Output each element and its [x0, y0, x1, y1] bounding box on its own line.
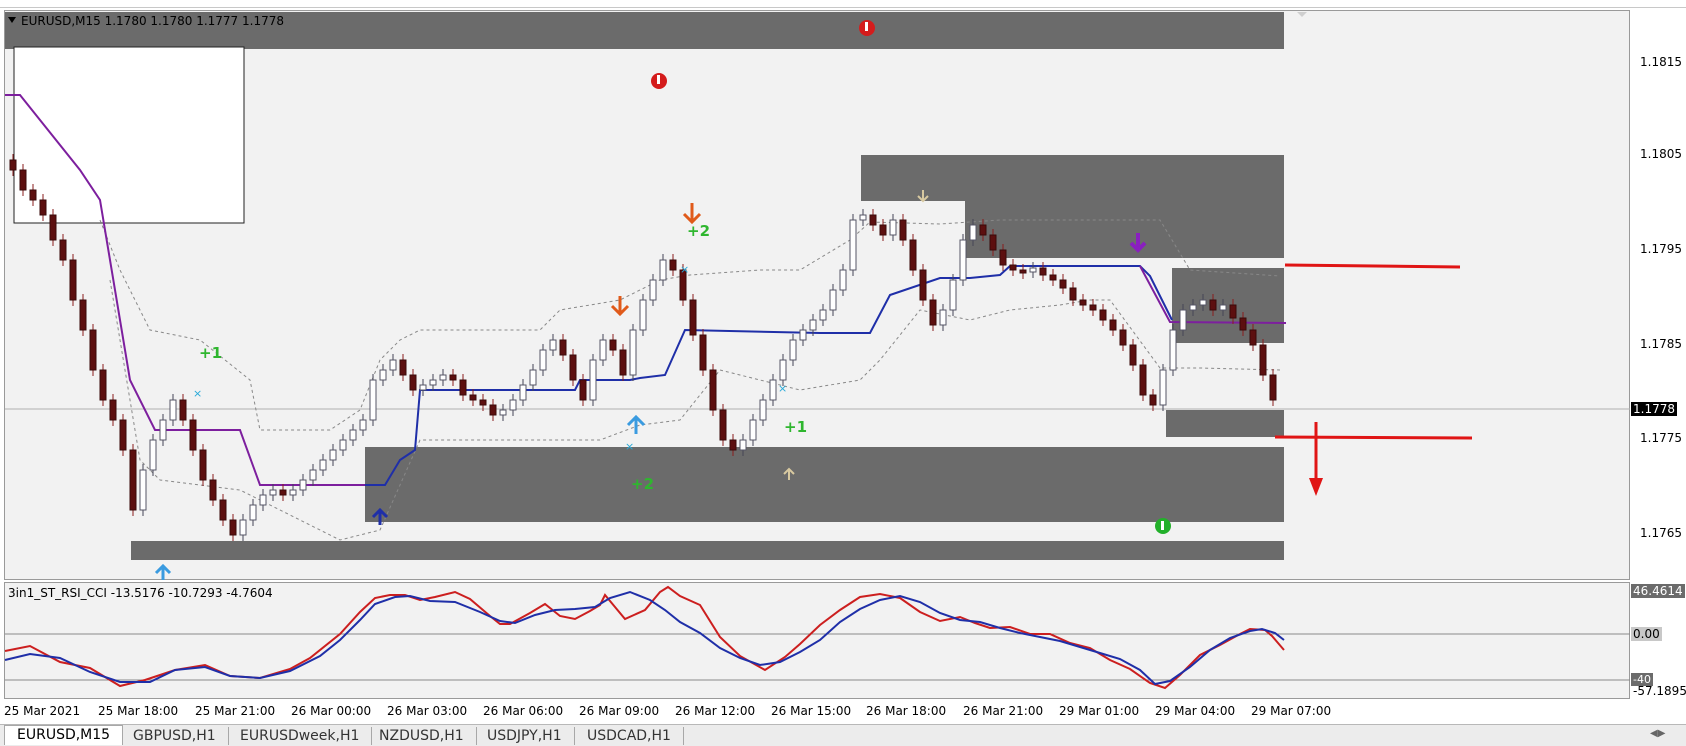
price-tick: 1.1785 — [1640, 337, 1682, 351]
time-tick: 26 Mar 15:00 — [771, 704, 852, 718]
time-tick: 26 Mar 12:00 — [675, 704, 756, 718]
tab-usdjpy-h1[interactable]: USDJPY,H1 — [475, 727, 575, 745]
price-tick: 1.1775 — [1640, 431, 1682, 445]
cci-line-blue — [4, 590, 1285, 686]
tab-gbpusd-h1[interactable]: GBPUSD,H1 — [121, 727, 229, 745]
price-tick: 1.1765 — [1640, 526, 1682, 540]
tab-eurusd-m15[interactable]: EURUSD,M15 — [4, 725, 124, 745]
time-tick: 26 Mar 00:00 — [291, 704, 372, 718]
indicator-title: 3in1_ST_RSI_CCI -13.5176 -10.7293 -4.760… — [8, 586, 273, 600]
rsi-line-red — [4, 585, 1285, 690]
time-tick: 29 Mar 04:00 — [1155, 704, 1236, 718]
time-tick: 26 Mar 06:00 — [483, 704, 564, 718]
price-tick: 1.1815 — [1640, 55, 1682, 69]
time-tick: 25 Mar 18:00 — [98, 704, 179, 718]
time-tick: 26 Mar 09:00 — [579, 704, 660, 718]
tab-eurusdweek-h1[interactable]: EURUSDweek,H1 — [228, 727, 373, 745]
time-tick: 25 Mar 2021 — [4, 704, 81, 718]
price-tick: 1.1795 — [1640, 242, 1682, 256]
time-tick: 26 Mar 03:00 — [387, 704, 468, 718]
time-tick: 29 Mar 07:00 — [1251, 704, 1332, 718]
current-price-label: 1.1778 — [1631, 402, 1677, 416]
time-tick: 26 Mar 18:00 — [866, 704, 947, 718]
time-tick: 25 Mar 21:00 — [195, 704, 276, 718]
tab-nzdusd-h1[interactable]: NZDUSD,H1 — [367, 727, 477, 745]
time-tick: 26 Mar 21:00 — [963, 704, 1044, 718]
indicator-top-label: 46.4614 — [1631, 584, 1685, 598]
indicator-canvas — [4, 585, 1630, 690]
tab-usdcad-h1[interactable]: USDCAD,H1 — [575, 727, 684, 745]
price-tick: 1.1805 — [1640, 147, 1682, 161]
tabs-scroll-arrow-icon[interactable]: ◀▶ — [1650, 728, 1665, 739]
time-tick: 29 Mar 01:00 — [1059, 704, 1140, 718]
indicator-bottom-label: -57.1895 — [1633, 684, 1686, 698]
indicator-zero-label: 0.00 — [1631, 627, 1662, 641]
